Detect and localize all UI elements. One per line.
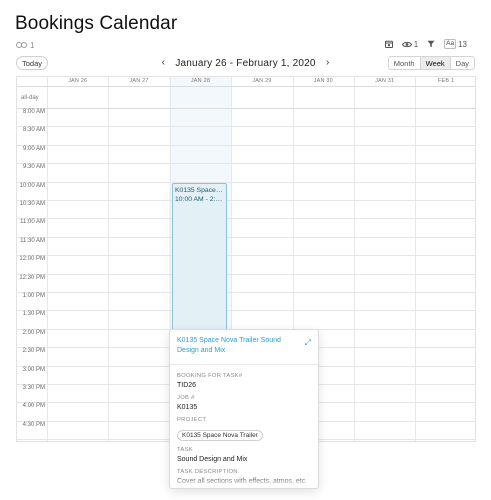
grid-row-divider bbox=[17, 181, 475, 183]
view-week-button[interactable]: Week bbox=[419, 57, 450, 69]
popover-title[interactable]: K0135 Space Nova Trailer Sound Design an… bbox=[177, 336, 302, 356]
time-slot-label: 1:30 PM bbox=[22, 311, 45, 318]
time-slot-label: 1:00 PM bbox=[22, 293, 45, 299]
time-slot-label: 12:30 PM bbox=[19, 274, 45, 281]
day-header[interactable]: JAN 30 bbox=[293, 77, 354, 86]
time-slot-label: 4:00 PM bbox=[22, 403, 45, 410]
grid-row-divider bbox=[17, 255, 475, 257]
job-label: JOB # bbox=[177, 395, 195, 401]
calendar-event[interactable]: K0135 Space Nova Trailer Sound Design an… bbox=[172, 183, 227, 331]
day-header[interactable]: JAN 28 bbox=[170, 77, 231, 86]
time-slot-label: 2:30 PM bbox=[22, 348, 45, 355]
chevron-left-icon[interactable]: ‹ bbox=[159, 57, 167, 69]
grid-column-divider bbox=[415, 77, 417, 441]
grid-row-divider bbox=[17, 144, 475, 146]
grid-row-divider bbox=[17, 273, 475, 275]
time-slot-label: 9:30 AM bbox=[22, 164, 45, 171]
task-label: TASK bbox=[177, 447, 193, 453]
event-detail-popover: K0135 Space Nova Trailer Sound Design an… bbox=[169, 329, 319, 489]
linked-records[interactable]: 1 bbox=[16, 41, 34, 50]
task-value: Sound Design and Mix bbox=[177, 456, 248, 463]
time-slot-label: 11:00 AM bbox=[20, 219, 45, 226]
grid-row-divider bbox=[17, 218, 475, 220]
view-toolbar: 1 Aa 13 bbox=[384, 39, 467, 49]
event-time: 10:00 AM - 2:00 PM bbox=[175, 196, 224, 203]
expand-icon[interactable]: ⤢ bbox=[305, 339, 311, 347]
chevron-right-icon[interactable]: › bbox=[324, 57, 332, 69]
today-button[interactable]: Today bbox=[16, 56, 48, 70]
view-switcher: Month Week Day bbox=[387, 56, 475, 70]
time-slot-label: 4:30 PM bbox=[22, 421, 45, 428]
time-slot-label: 8:30 AM bbox=[22, 127, 45, 134]
booking-label: BOOKING FOR TASK# bbox=[177, 373, 243, 379]
grid-row-divider bbox=[17, 163, 475, 165]
grid-column-divider bbox=[354, 77, 355, 441]
text-size-value: 13 bbox=[458, 39, 467, 49]
all-day-label: all-day bbox=[21, 95, 39, 101]
text-size-button[interactable]: Aa 13 bbox=[444, 39, 467, 49]
day-header[interactable]: JAN 29 bbox=[231, 77, 292, 86]
project-pill[interactable]: K0135 Space Nova Trailer bbox=[177, 430, 263, 441]
grid-column-divider bbox=[108, 77, 110, 441]
visibility-button[interactable]: 1 bbox=[401, 39, 419, 49]
time-slot-label: 10:30 AM bbox=[19, 201, 45, 207]
grid-row-divider bbox=[17, 126, 475, 128]
filter-icon[interactable] bbox=[427, 40, 435, 48]
popover-fade bbox=[170, 474, 318, 488]
time-slot-label: 10:00 AM bbox=[19, 182, 45, 189]
grid-row-divider bbox=[17, 292, 475, 293]
page-title: Bookings Calendar bbox=[15, 13, 178, 34]
visibility-count: 1 bbox=[413, 39, 419, 49]
time-slot-label: 11:30 AM bbox=[20, 237, 45, 244]
grid-row-divider bbox=[17, 86, 475, 87]
text-size-icon: Aa bbox=[444, 39, 457, 49]
time-slot-label: 9:00 AM bbox=[22, 145, 45, 152]
link-count: 1 bbox=[30, 41, 35, 50]
booking-value: TID26 bbox=[177, 382, 197, 389]
day-header[interactable]: FEB 1 bbox=[415, 77, 475, 86]
time-slot-label: 3:00 PM bbox=[22, 366, 45, 373]
day-header[interactable]: JAN 31 bbox=[354, 77, 415, 86]
grid-row-divider bbox=[17, 200, 475, 201]
time-slot-label: 2:00 PM bbox=[22, 329, 45, 336]
calendar-icon[interactable] bbox=[384, 40, 393, 48]
event-title: K0135 Space Nova Trailer Sound Design an… bbox=[175, 187, 224, 194]
view-day-button[interactable]: Day bbox=[449, 57, 474, 69]
time-slot-label: 8:00 AM bbox=[22, 109, 45, 115]
day-header[interactable]: JAN 27 bbox=[108, 77, 169, 86]
grid-row-divider bbox=[17, 108, 475, 109]
time-slot-label: 12:00 PM bbox=[19, 256, 45, 263]
grid-column-divider bbox=[47, 77, 48, 441]
job-value: K0135 bbox=[177, 404, 198, 411]
time-slot-label: 3:30 PM bbox=[22, 385, 45, 391]
link-icon bbox=[16, 41, 27, 50]
view-month-button[interactable]: Month bbox=[389, 57, 420, 69]
eye-icon bbox=[401, 41, 412, 48]
day-header[interactable]: JAN 26 bbox=[47, 77, 108, 86]
project-label: PROJECT bbox=[177, 417, 207, 423]
date-range-label: January 26 - February 1, 2020 bbox=[175, 57, 316, 69]
grid-row-divider bbox=[17, 310, 475, 312]
grid-row-divider bbox=[17, 236, 475, 238]
